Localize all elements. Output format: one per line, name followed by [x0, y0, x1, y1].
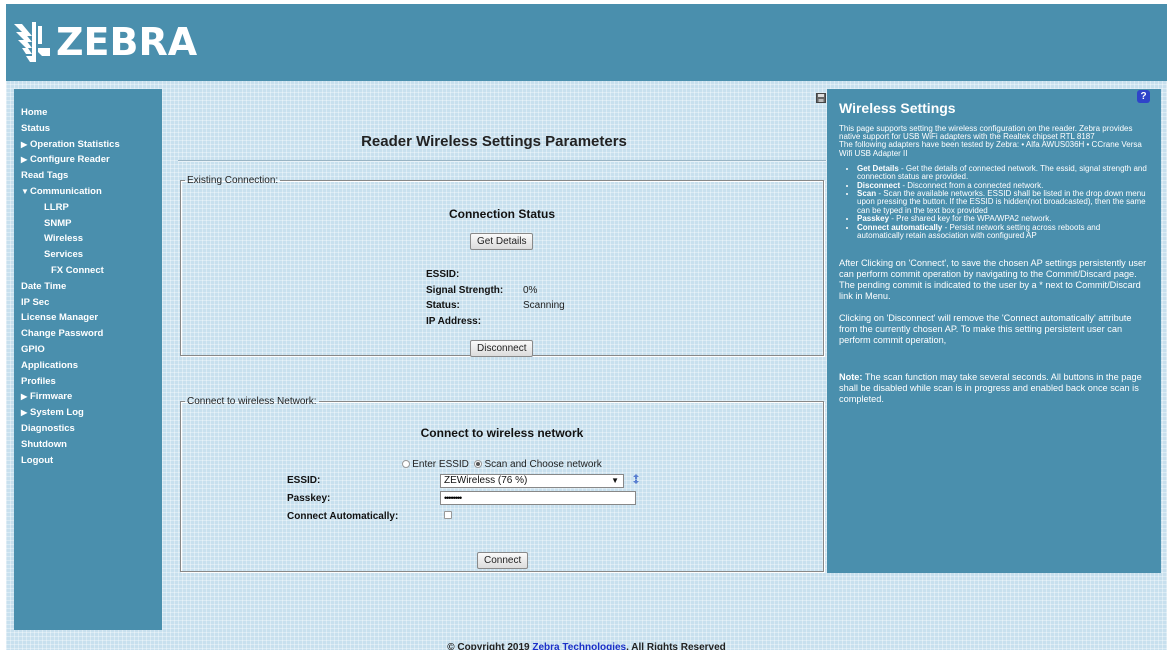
sidebar-item-status[interactable]: Status: [14, 121, 162, 137]
connect-network-heading: Connect to wireless network: [420, 426, 584, 440]
note-text: The scan function may take several secon…: [839, 372, 1142, 405]
footer-suffix: . All Rights Reserved: [626, 642, 726, 650]
scan-choose-radio-label[interactable]: Scan and Choose network: [484, 459, 601, 470]
help-panel: ? Wireless Settings This page supports s…: [827, 89, 1161, 573]
help-title: Wireless Settings: [839, 100, 956, 116]
get-details-button[interactable]: Get Details: [470, 233, 534, 250]
sidebar-item-system-log[interactable]: ▶ System Log: [14, 405, 162, 421]
page-title: Reader Wireless Settings Parameters: [361, 133, 627, 150]
sidebar-item-fx-connect[interactable]: FX Connect: [14, 263, 162, 279]
list-item: Connect automatically - Persist network …: [857, 223, 1149, 240]
essid-status-label: ESSID:: [426, 269, 460, 280]
logo-text: ZEBRA: [56, 20, 198, 64]
essid-field-label: ESSID:: [287, 475, 321, 486]
save-icon[interactable]: [816, 93, 826, 103]
ip-address-label: IP Address:: [426, 316, 482, 327]
passkey-input[interactable]: ••••••••: [440, 491, 636, 505]
sidebar-item-home[interactable]: Home: [14, 105, 162, 121]
sidebar-item-snmp[interactable]: SNMP: [14, 216, 162, 232]
essid-select[interactable]: ZEWireless (76 %) ▼: [440, 474, 624, 488]
signal-strength-label: Signal Strength:: [426, 285, 504, 296]
footer-link[interactable]: Zebra Technologies: [532, 642, 626, 650]
help-adapters: The following adapters have been tested …: [839, 140, 1142, 158]
sidebar-item-communication[interactable]: ▼Communication: [14, 184, 162, 200]
help-disconnect-paragraph: Clicking on 'Disconnect' will remove the…: [839, 313, 1132, 346]
zebra-head-icon: [14, 22, 50, 62]
sidebar-item-llrp[interactable]: LLRP: [14, 200, 162, 216]
sidebar-item-label: Configure Reader: [30, 154, 110, 166]
sidebar-item-read-tags[interactable]: Read Tags: [14, 168, 162, 184]
title-divider: [178, 160, 826, 162]
list-item: Scan - Scan the available networks. ESSI…: [857, 190, 1149, 215]
status-label: Status:: [426, 300, 460, 311]
header-bar: ZEBRA: [6, 4, 1167, 81]
caret-right-icon: ▶: [21, 139, 28, 149]
sidebar-item-shutdown[interactable]: Shutdown: [14, 437, 162, 453]
bullet-text: - Get the details of connected network. …: [857, 163, 1147, 182]
scan-choose-radio[interactable]: [474, 460, 483, 468]
connect-network-legend: Connect to wireless Network:: [187, 396, 317, 407]
sidebar-item-label: Firmware: [30, 391, 73, 403]
status-value: Scanning: [523, 300, 565, 311]
essid-select-value: ZEWireless (76 %): [444, 475, 528, 486]
enter-essid-radio-label[interactable]: Enter ESSID: [412, 459, 469, 470]
sidebar-item-diagnostics[interactable]: Diagnostics: [14, 421, 162, 437]
sidebar-item-license-manager[interactable]: License Manager: [14, 310, 162, 326]
sidebar-item-profiles[interactable]: Profiles: [14, 374, 162, 390]
help-bullet-list: Get Details - Get the details of connect…: [857, 163, 1149, 240]
help-icon[interactable]: ?: [1137, 90, 1150, 103]
sidebar-item-label: Operation Statistics: [30, 138, 120, 150]
sidebar-item-label: System Log: [30, 407, 84, 419]
dropdown-arrow-icon: ▼: [611, 476, 619, 485]
signal-strength-value: 0%: [523, 285, 538, 296]
help-commit-paragraph: After Clicking on 'Connect', to save the…: [839, 258, 1147, 302]
sidebar-item-logout[interactable]: Logout: [14, 453, 162, 469]
sidebar-item-services[interactable]: Services: [14, 247, 162, 263]
footer: © Copyright 2019 Zebra Technologies. All…: [6, 642, 1167, 650]
caret-down-icon: ▼: [21, 186, 29, 196]
sidebar-item-label: Communication: [30, 185, 102, 197]
connect-automatically-label: Connect Automatically:: [287, 511, 399, 522]
caret-right-icon: ▶: [21, 392, 28, 402]
bullet-text: - Scan the available networks. ESSID sha…: [857, 189, 1146, 215]
sidebar-item-wireless[interactable]: Wireless: [14, 231, 162, 247]
sidebar-item-operation-statistics[interactable]: ▶ Operation Statistics: [14, 137, 162, 153]
connect-automatically-checkbox[interactable]: [444, 511, 452, 519]
existing-connection-fieldset: Existing Connection: Connection Status G…: [180, 175, 824, 357]
sidebar-item-configure-reader[interactable]: ▶ Configure Reader: [14, 152, 162, 168]
connection-status-heading: Connection Status: [448, 207, 555, 221]
sidebar-item-applications[interactable]: Applications: [14, 358, 162, 374]
sidebar-item-date-time[interactable]: Date Time: [14, 279, 162, 295]
caret-right-icon: ▶: [21, 155, 28, 165]
scan-refresh-icon[interactable]: [631, 473, 641, 485]
connect-button[interactable]: Connect: [477, 552, 529, 569]
connect-network-fieldset: Connect to wireless Network: Connect to …: [180, 396, 824, 572]
sidebar-nav: Home Status ▶ Operation Statistics ▶ Confi…: [14, 89, 162, 630]
zebra-logo[interactable]: ZEBRA: [12, 18, 197, 66]
caret-right-icon: ▶: [21, 408, 28, 418]
main-content: Reader Wireless Settings Parameters Exis…: [162, 89, 826, 630]
sidebar-item-firmware[interactable]: ▶ Firmware: [14, 389, 162, 405]
list-item: Get Details - Get the details of connect…: [857, 163, 1149, 182]
page-background: ZEBRA Home Status ▶ Operation Statistics …: [6, 4, 1167, 650]
sidebar-item-gpio[interactable]: GPIO: [14, 342, 162, 358]
sidebar-item-change-password[interactable]: Change Password: [14, 326, 162, 342]
sidebar-item-ip-sec[interactable]: IP Sec: [14, 295, 162, 311]
note-label: Note:: [839, 372, 863, 383]
enter-essid-radio[interactable]: [402, 460, 411, 468]
essid-mode-radio-group: Enter ESSID Scan and Choose network: [181, 459, 823, 470]
help-note: Note: The scan function may take several…: [839, 372, 1149, 405]
disconnect-button[interactable]: Disconnect: [470, 340, 534, 357]
help-intro: This page supports setting the wireless …: [839, 124, 1133, 142]
footer-prefix: © Copyright 2019: [447, 642, 533, 650]
existing-connection-legend: Existing Connection:: [187, 175, 279, 186]
passkey-field-label: Passkey:: [287, 493, 331, 504]
